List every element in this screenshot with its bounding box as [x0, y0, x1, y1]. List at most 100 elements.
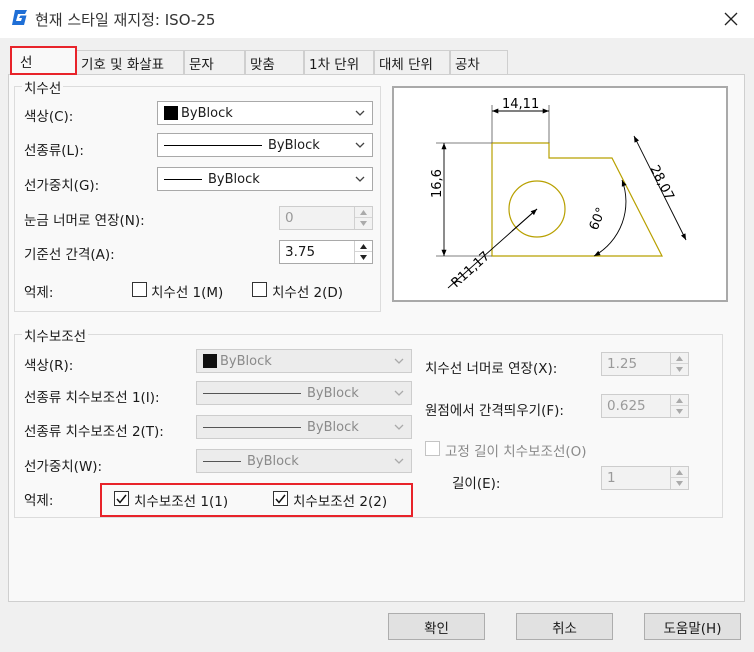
suppress-dim-line-1-checkbox[interactable] [132, 282, 147, 297]
spinner-buttons [354, 241, 372, 263]
color-swatch [164, 106, 178, 120]
tab-label: 공차 [455, 56, 480, 73]
spinner-value: 1.25 [607, 356, 638, 372]
tab-label: 대체 단위 [379, 56, 433, 73]
group-title: 치수선 [22, 77, 64, 97]
fixed-length-checkbox[interactable] [425, 441, 440, 456]
close-button[interactable] [716, 5, 746, 33]
tab-tolerances[interactable]: 공차 [450, 50, 508, 74]
tab-label: 선 [20, 54, 33, 71]
extend-beyond-spinner[interactable]: 1.25 [601, 352, 689, 376]
cancel-button[interactable]: 취소 [516, 613, 613, 640]
baseline-spacing-label: 기준선 간격(A): [24, 247, 115, 263]
dim-text-angle: 60° [587, 206, 610, 233]
checkbox-label: 치수보조선 2(2) [293, 494, 388, 510]
linetype2-label: 선종류 치수보조선 2(T): [24, 424, 164, 440]
tab-alternate-units[interactable]: 대체 단위 [374, 50, 450, 74]
spin-up-button[interactable] [355, 207, 372, 218]
line-sample [203, 392, 301, 394]
spin-up-button[interactable] [671, 395, 688, 406]
spinner-buttons [670, 395, 688, 417]
color-label: 색상(C): [24, 109, 74, 125]
chevron-down-icon [394, 424, 404, 430]
spinner-value: 0.625 [607, 398, 646, 414]
select-value: ByBlock [220, 353, 272, 369]
help-button[interactable]: 도움말(H) [644, 613, 741, 640]
tab-fit[interactable]: 맞춤 [245, 50, 304, 74]
select-value: ByBlock [307, 419, 359, 435]
fixed-length-spinner[interactable]: 1 [601, 466, 689, 490]
caret-down-icon [676, 367, 683, 372]
select-value: ByBlock [307, 385, 359, 401]
line-sample [164, 178, 202, 180]
checkmark-icon [275, 494, 286, 504]
select-value: ByBlock [208, 171, 260, 187]
checkmark-icon [116, 494, 127, 504]
caret-down-icon [360, 221, 367, 226]
tab-symbols-arrows[interactable]: 기호 및 화살표 [76, 50, 184, 74]
caret-up-icon [360, 209, 367, 215]
chevron-down-icon [394, 358, 404, 364]
group-title: 치수보조선 [22, 325, 89, 345]
spin-down-button[interactable] [671, 364, 688, 375]
color-swatch [203, 354, 217, 368]
tab-label: 1차 단위 [309, 56, 360, 73]
line-sample [203, 460, 241, 462]
spin-down-button[interactable] [355, 252, 372, 263]
select-value: ByBlock [247, 453, 299, 469]
line-sample [203, 426, 301, 428]
tab-text[interactable]: 문자 [184, 50, 245, 74]
ok-button[interactable]: 확인 [388, 613, 485, 640]
dim-line-lineweight-select[interactable]: ByBlock [157, 167, 373, 191]
dim-text-radius: R11,17 [449, 249, 493, 291]
spin-up-button[interactable] [671, 467, 688, 478]
ext-line-2-linetype-select[interactable]: ByBlock [196, 415, 412, 439]
checkbox-label: 치수선 2(D) [272, 285, 344, 301]
baseline-spacing-spinner[interactable]: 3.75 [279, 240, 373, 264]
spin-up-button[interactable] [355, 241, 372, 252]
close-icon [724, 12, 738, 26]
chevron-down-icon [355, 176, 365, 182]
dim-line-color-select[interactable]: ByBlock [157, 101, 373, 125]
select-value: ByBlock [268, 137, 320, 153]
spin-up-button[interactable] [671, 353, 688, 364]
ext-line-color-select[interactable]: ByBlock [196, 349, 412, 373]
suppress-ext-line-2-checkbox[interactable] [273, 491, 288, 506]
caret-down-icon [360, 255, 367, 260]
spin-down-button[interactable] [671, 406, 688, 417]
app-logo-icon [12, 10, 27, 25]
chevron-down-icon [355, 110, 365, 116]
extend-ticks-spinner[interactable]: 0 [279, 206, 373, 230]
extend-ticks-label: 눈금 너머로 연장(N): [24, 213, 145, 229]
lineweight-label: 선가중치(W): [24, 459, 103, 475]
ext-line-1-linetype-select[interactable]: ByBlock [196, 381, 412, 405]
chevron-down-icon [394, 390, 404, 396]
suppress-dim-line-2-checkbox[interactable] [252, 282, 267, 297]
caret-down-icon [676, 481, 683, 486]
suppress-ext-line-1-checkbox[interactable] [114, 491, 129, 506]
ext-line-lineweight-select[interactable]: ByBlock [196, 449, 412, 473]
window-title: 현재 스타일 재지정: ISO-25 [35, 11, 216, 29]
spin-down-button[interactable] [355, 218, 372, 229]
caret-up-icon [676, 397, 683, 403]
lineweight-label: 선가중치(G): [24, 178, 100, 194]
checkbox-label: 고정 길이 치수보조선(O) [445, 444, 587, 460]
extend-beyond-label: 치수선 너머로 연장(X): [425, 361, 558, 377]
linetype-label: 선종류(L): [24, 143, 84, 159]
dimension-preview: 14,11 16,6 28,07 60° R11,17 [392, 86, 728, 302]
suppress-label: 억제: [24, 285, 54, 301]
part-outline [491, 142, 663, 257]
tab-label: 기호 및 화살표 [81, 56, 165, 73]
checkbox-label: 치수선 1(M) [151, 285, 224, 301]
caret-up-icon [676, 355, 683, 361]
tab-lines[interactable]: 선 [10, 46, 77, 75]
offset-from-origin-spinner[interactable]: 0.625 [601, 394, 689, 418]
offset-label: 원점에서 간격띄우기(F): [425, 403, 564, 419]
dim-text-diagonal: 28,07 [646, 163, 676, 203]
tab-primary-units[interactable]: 1차 단위 [304, 50, 374, 74]
checkbox-label: 치수보조선 1(1) [134, 494, 229, 510]
spinner-value: 3.75 [285, 244, 316, 260]
dim-line-linetype-select[interactable]: ByBlock [157, 133, 373, 157]
spin-down-button[interactable] [671, 478, 688, 489]
spinner-value: 1 [607, 470, 616, 486]
